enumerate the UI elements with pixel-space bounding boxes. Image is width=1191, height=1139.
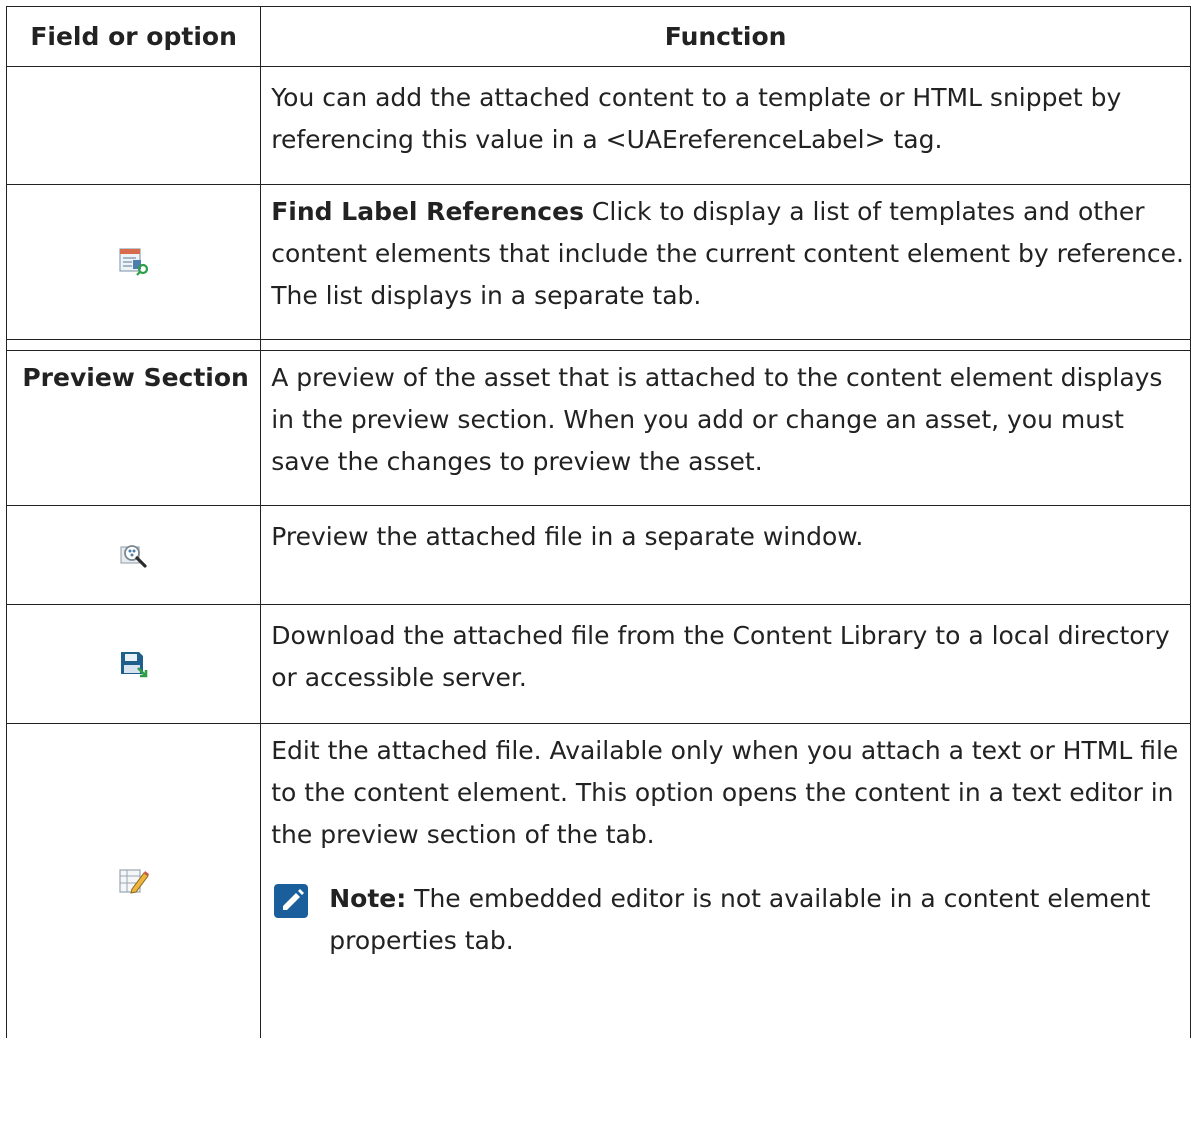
function-cell: You can add the attached content to a te…	[260, 66, 1191, 185]
field-function-table: Field or option Function You can add the…	[5, 6, 1191, 1038]
table-row: Preview the attached file in a separate …	[5, 505, 1191, 605]
field-cell-preview-section: Preview Section	[5, 350, 262, 506]
note-label: Note:	[329, 884, 407, 913]
function-cell: Download the attached file from the Cont…	[260, 604, 1191, 724]
preview-magnifier-icon[interactable]	[7, 541, 260, 569]
header-function: Function	[260, 6, 1191, 67]
function-cell: Find Label References Click to display a…	[260, 184, 1191, 340]
table-row: Preview Section A preview of the asset t…	[5, 350, 1191, 506]
table-row: You can add the attached content to a te…	[5, 66, 1191, 185]
table-header-row: Field or option Function	[5, 6, 1191, 67]
table-row: Find Label References Click to display a…	[5, 184, 1191, 340]
field-cell-icon	[5, 505, 262, 605]
field-cell-icon	[5, 723, 262, 1038]
find-label-references-label: Find Label References	[271, 197, 584, 226]
function-text: Edit the attached file. Available only w…	[271, 736, 1179, 849]
note-text: The embedded editor is not available in …	[329, 884, 1151, 955]
table-row-gap	[5, 339, 1191, 351]
pencil-note-icon	[271, 882, 313, 922]
function-cell: A preview of the asset that is attached …	[260, 350, 1191, 506]
note-box: Note: The embedded editor is not availab…	[271, 878, 1184, 962]
table-row: Edit the attached file. Available only w…	[5, 723, 1191, 1038]
field-cell-icon	[5, 184, 262, 340]
find-label-references-icon[interactable]	[7, 248, 260, 276]
table-row: Download the attached file from the Cont…	[5, 604, 1191, 724]
header-field-or-option: Field or option	[5, 6, 262, 67]
download-save-icon[interactable]	[7, 650, 260, 678]
note-body: Note: The embedded editor is not availab…	[313, 878, 1184, 962]
field-cell-empty	[5, 66, 262, 185]
function-cell: Edit the attached file. Available only w…	[260, 723, 1191, 1038]
function-cell: Preview the attached file in a separate …	[260, 505, 1191, 605]
field-cell-icon	[5, 604, 262, 724]
edit-file-icon[interactable]	[7, 867, 260, 895]
